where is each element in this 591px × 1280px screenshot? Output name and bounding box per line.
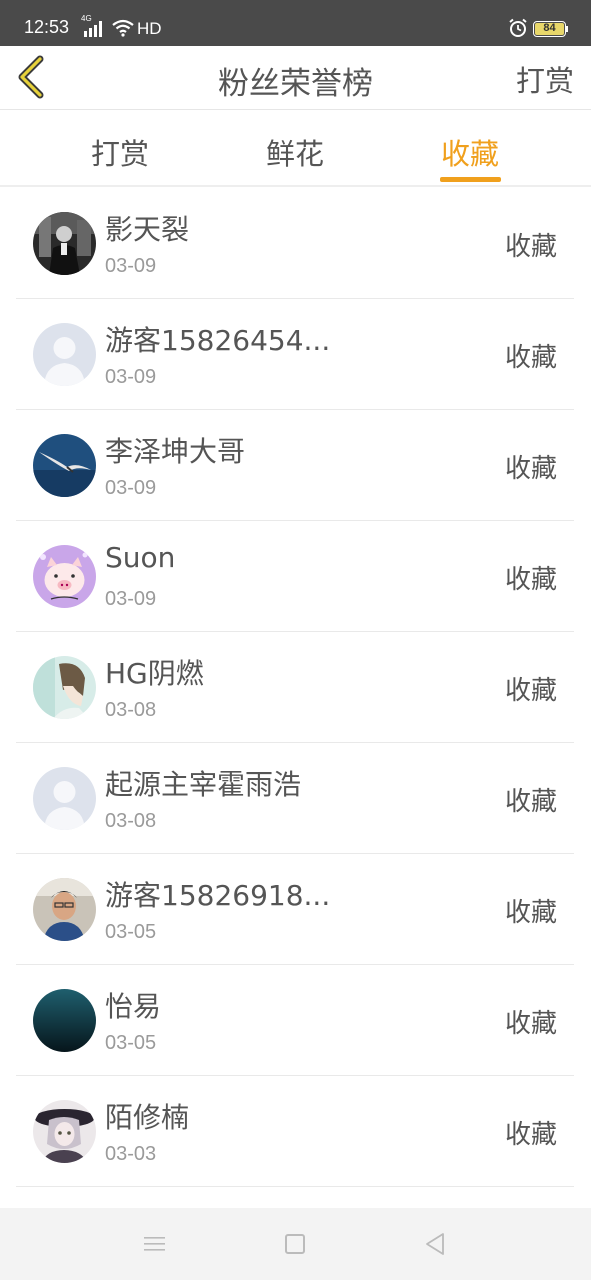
list-item[interactable]: 影天裂 03-09 收藏: [16, 188, 574, 299]
photo-man-avatar[interactable]: [33, 212, 96, 275]
anime-girl-avatar[interactable]: [33, 1100, 96, 1163]
dark-teal-avatar[interactable]: [33, 989, 96, 1052]
item-action-label: 收藏: [504, 343, 557, 373]
hd-indicator: HD: [137, 19, 162, 38]
fan-list: 影天裂 03-09 收藏 游客15826454... 03-09 收藏 李泽坤大…: [16, 188, 574, 1187]
tab-favorites[interactable]: 收藏: [441, 131, 499, 173]
default-avatar[interactable]: [33, 323, 96, 386]
pig-cartoon-avatar[interactable]: [33, 545, 96, 608]
tab-reward[interactable]: 打赏: [91, 131, 149, 173]
menu-icon[interactable]: [144, 1235, 165, 1253]
user-name: 游客15826918...: [105, 879, 331, 912]
item-action-label: 收藏: [504, 565, 557, 595]
item-action-label: 收藏: [504, 787, 557, 817]
photo-person-avatar[interactable]: [33, 878, 96, 941]
item-date: 03-09: [105, 588, 157, 610]
user-name: 怡易: [105, 990, 162, 1023]
user-name: 起源主宰霍雨浩: [105, 768, 302, 801]
tab-bar: 打赏 鲜花 收藏: [0, 111, 591, 187]
user-name: 游客15826454...: [105, 324, 331, 357]
item-date: 03-09: [105, 477, 157, 499]
active-tab-indicator: [440, 177, 501, 182]
reward-button[interactable]: 打赏: [516, 58, 574, 100]
item-date: 03-05: [105, 1032, 157, 1054]
list-item[interactable]: 游客15826454... 03-09 收藏: [16, 299, 574, 410]
system-nav-bar: [0, 1208, 591, 1280]
status-time: 12:53: [24, 17, 70, 37]
home-icon[interactable]: [285, 1234, 305, 1254]
item-action-label: 收藏: [504, 1009, 557, 1039]
item-date: 03-03: [105, 1143, 157, 1165]
tab-flowers[interactable]: 鲜花: [266, 131, 324, 173]
user-name: 影天裂: [105, 213, 190, 246]
user-name: Suon: [105, 541, 176, 574]
list-item[interactable]: 陌修楠 03-03 收藏: [16, 1076, 574, 1187]
item-date: 03-08: [105, 810, 157, 832]
list-item[interactable]: 李泽坤大哥 03-09 收藏: [16, 410, 574, 521]
list-item[interactable]: 游客15826918... 03-05 收藏: [16, 854, 574, 965]
list-item[interactable]: 怡易 03-05 收藏: [16, 965, 574, 1076]
item-action-label: 收藏: [504, 1120, 557, 1150]
wifi-icon: [112, 19, 134, 37]
status-bar: 12:53 4G HD 84: [0, 0, 591, 46]
anime-boy-avatar[interactable]: [33, 656, 96, 719]
item-date: 03-09: [105, 366, 157, 388]
signal-icon: [84, 21, 102, 37]
battery-tip: [566, 26, 568, 32]
nav-back-icon[interactable]: [424, 1232, 446, 1256]
item-date: 03-08: [105, 699, 157, 721]
item-action-label: 收藏: [504, 676, 557, 706]
page-title: 粉丝荣誉榜: [218, 66, 373, 102]
header: 粉丝荣誉榜 打赏: [0, 46, 591, 110]
list-item[interactable]: HG阴燃 03-08 收藏: [16, 632, 574, 743]
alarm-icon: [509, 18, 527, 37]
item-action-label: 收藏: [504, 454, 557, 484]
item-date: 03-09: [105, 255, 157, 277]
item-date: 03-05: [105, 921, 157, 943]
user-name: HG阴燃: [105, 657, 204, 690]
user-name: 李泽坤大哥: [105, 435, 246, 468]
default-avatar[interactable]: [33, 767, 96, 830]
user-name: 陌修楠: [105, 1101, 190, 1134]
list-item[interactable]: Suon 03-09 收藏: [16, 521, 574, 632]
item-action-label: 收藏: [504, 232, 557, 262]
battery-icon: 84: [533, 21, 566, 37]
seagull-avatar[interactable]: [33, 434, 96, 497]
item-action-label: 收藏: [504, 898, 557, 928]
battery-level: 84: [543, 22, 556, 34]
list-item[interactable]: 起源主宰霍雨浩 03-08 收藏: [16, 743, 574, 854]
